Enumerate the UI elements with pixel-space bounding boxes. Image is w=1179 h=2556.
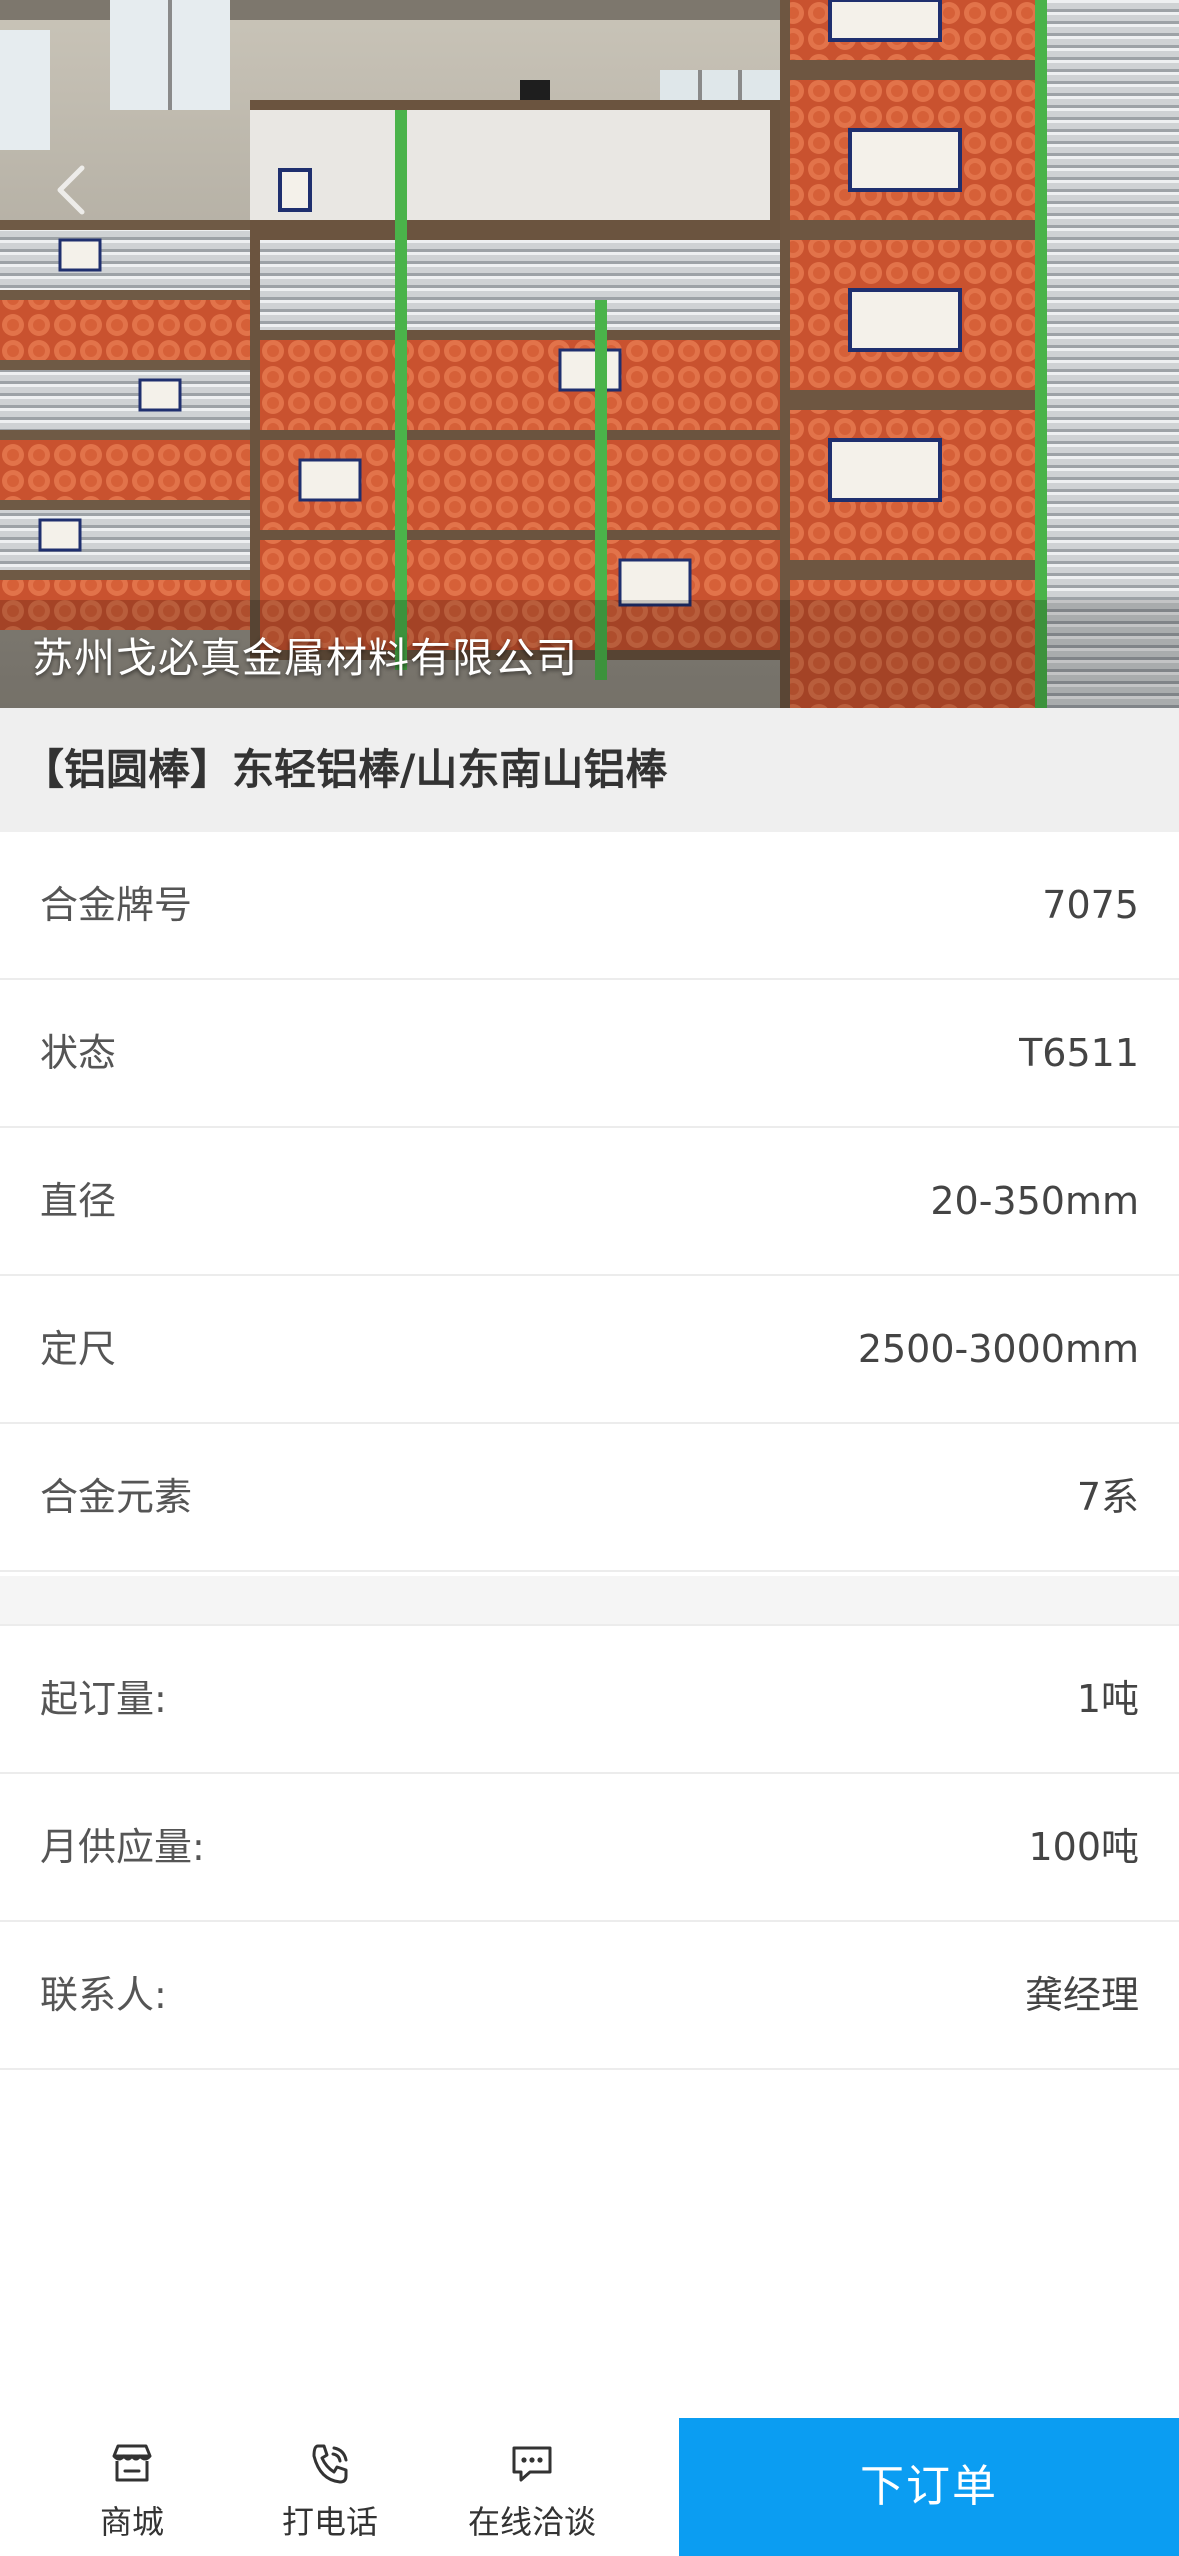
chat-label: 在线洽谈: [467, 2503, 596, 2541]
spec-label: 合金元素: [40, 1475, 193, 1519]
call-label: 打电话: [281, 2503, 378, 2541]
chat-button[interactable]: 在线洽谈: [432, 2418, 632, 2556]
product-image[interactable]: 苏州戈必真金属材料有限公司: [0, 0, 1179, 708]
supply-label: 联系人:: [40, 1973, 167, 2017]
spec-row-diameter: 直径 20-350mm: [0, 1128, 1179, 1276]
supply-list: 起订量: 1吨 月供应量: 100吨 联系人: 龚经理: [0, 1626, 1179, 2070]
spec-value: T6511: [1019, 1031, 1139, 1075]
shop-button[interactable]: 商城: [32, 2418, 232, 2556]
spec-list: 合金牌号 7075 状态 T6511 直径 20-350mm 定尺 2500-3…: [0, 832, 1179, 1572]
spec-value: 7系: [1076, 1475, 1139, 1519]
supply-row-min-order: 起订量: 1吨: [0, 1626, 1179, 1774]
spec-row-alloy-grade: 合金牌号 7075: [0, 832, 1179, 980]
spec-label: 合金牌号: [40, 883, 193, 927]
bottom-action-bar: 商城 打电话 在线洽谈 下订单: [0, 2418, 1179, 2556]
spec-row-alloy-series: 合金元素 7系: [0, 1424, 1179, 1572]
product-title: 【铝圆棒】东轻铝棒/山东南山铝棒: [22, 745, 668, 794]
spec-value: 7075: [1042, 883, 1139, 927]
supply-label: 月供应量:: [40, 1825, 205, 1869]
supply-value: 龚经理: [1024, 1973, 1139, 2017]
place-order-button[interactable]: 下订单: [679, 2418, 1179, 2556]
spec-label: 状态: [40, 1031, 117, 1075]
store-icon: [112, 2444, 152, 2482]
spec-label: 直径: [40, 1179, 117, 1223]
spec-value: 2500-3000mm: [857, 1327, 1139, 1371]
supply-row-contact: 联系人: 龚经理: [0, 1922, 1179, 2070]
supply-value: 1吨: [1076, 1677, 1139, 1721]
supply-value: 100吨: [1028, 1825, 1139, 1869]
warehouse-photo: [0, 0, 1179, 708]
spec-row-temper: 状态 T6511: [0, 980, 1179, 1128]
call-button[interactable]: 打电话: [230, 2418, 430, 2556]
chat-icon: [512, 2446, 552, 2482]
product-title-band: 【铝圆棒】东轻铝棒/山东南山铝棒: [0, 708, 1179, 832]
supply-label: 起订量:: [40, 1677, 167, 1721]
shop-label: 商城: [99, 2503, 164, 2541]
spec-label: 定尺: [40, 1327, 117, 1371]
phone-icon: [312, 2444, 348, 2484]
spec-row-length: 定尺 2500-3000mm: [0, 1276, 1179, 1424]
supply-row-monthly-supply: 月供应量: 100吨: [0, 1774, 1179, 1922]
section-divider: [0, 1576, 1179, 1626]
back-arrow-icon[interactable]: [52, 160, 92, 220]
company-name: 苏州戈必真金属材料有限公司: [32, 634, 578, 682]
spec-value: 20-350mm: [930, 1179, 1139, 1223]
